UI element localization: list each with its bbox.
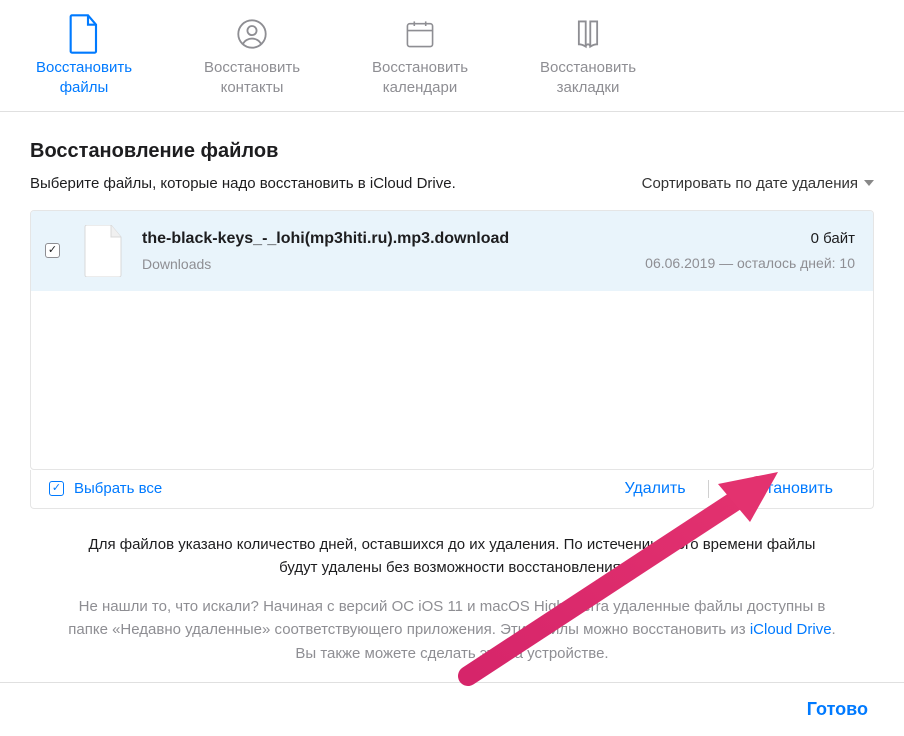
file-row[interactable]: the-black-keys_-_lohi(mp3hiti.ru).mp3.do… — [31, 211, 873, 291]
content: Восстановление файлов Выберите файлы, ко… — [0, 112, 904, 665]
tab-label: Восстановить календари — [372, 58, 468, 99]
file-location: Downloads — [142, 256, 629, 272]
info-secondary-a: Не нашли то, что искали? Начиная с верси… — [68, 598, 825, 638]
done-button[interactable]: Готово — [807, 699, 868, 720]
tab-label: Восстановить файлы — [36, 58, 132, 99]
file-info: the-black-keys_-_lohi(mp3hiti.ru).mp3.do… — [142, 230, 629, 272]
select-all[interactable]: Выбрать все — [49, 480, 162, 497]
file-meta: 0 байт 06.06.2019 — осталось дней: 10 — [645, 230, 855, 271]
bookmark-icon — [572, 18, 604, 50]
select-all-checkbox[interactable] — [49, 481, 64, 496]
icloud-drive-link[interactable]: iCloud Drive — [750, 621, 832, 638]
file-expiry: 06.06.2019 — осталось дней: 10 — [645, 255, 855, 271]
tab-restore-files[interactable]: Восстановить файлы — [0, 8, 168, 111]
delete-button[interactable]: Удалить — [602, 480, 708, 498]
file-name: the-black-keys_-_lohi(mp3hiti.ru).mp3.do… — [142, 230, 629, 248]
sort-dropdown[interactable]: Сортировать по дате удаления — [642, 175, 874, 192]
file-checkbox[interactable] — [45, 243, 60, 258]
subtitle-text: Выберите файлы, которые надо восстановит… — [30, 175, 456, 192]
file-list[interactable]: the-black-keys_-_lohi(mp3hiti.ru).mp3.do… — [30, 210, 874, 470]
document-icon — [68, 18, 100, 50]
restore-button[interactable]: Восстановить — [709, 480, 855, 498]
select-all-label: Выбрать все — [74, 480, 162, 497]
tab-label: Восстановить контакты — [204, 58, 300, 99]
tab-label: Восстановить закладки — [540, 58, 636, 99]
chevron-down-icon — [864, 180, 874, 186]
file-size: 0 байт — [645, 230, 855, 247]
action-bar: Выбрать все Удалить Восстановить — [30, 470, 874, 509]
page-title: Восстановление файлов — [30, 140, 874, 163]
sort-label: Сортировать по дате удаления — [642, 175, 858, 192]
info-primary: Для файлов указано количество дней, оста… — [30, 533, 874, 580]
subheader-row: Выберите файлы, которые надо восстановит… — [30, 175, 874, 192]
tab-restore-bookmarks[interactable]: Восстановить закладки — [504, 8, 672, 111]
tab-restore-contacts[interactable]: Восстановить контакты — [168, 8, 336, 111]
contact-icon — [236, 18, 268, 50]
tabs: Восстановить файлы Восстановить контакты — [0, 0, 904, 112]
tab-restore-calendars[interactable]: Восстановить календари — [336, 8, 504, 111]
info-secondary: Не нашли то, что искали? Начиная с верси… — [30, 595, 874, 665]
file-icon — [82, 225, 124, 277]
calendar-icon — [404, 18, 436, 50]
footer: Готово — [0, 682, 904, 736]
